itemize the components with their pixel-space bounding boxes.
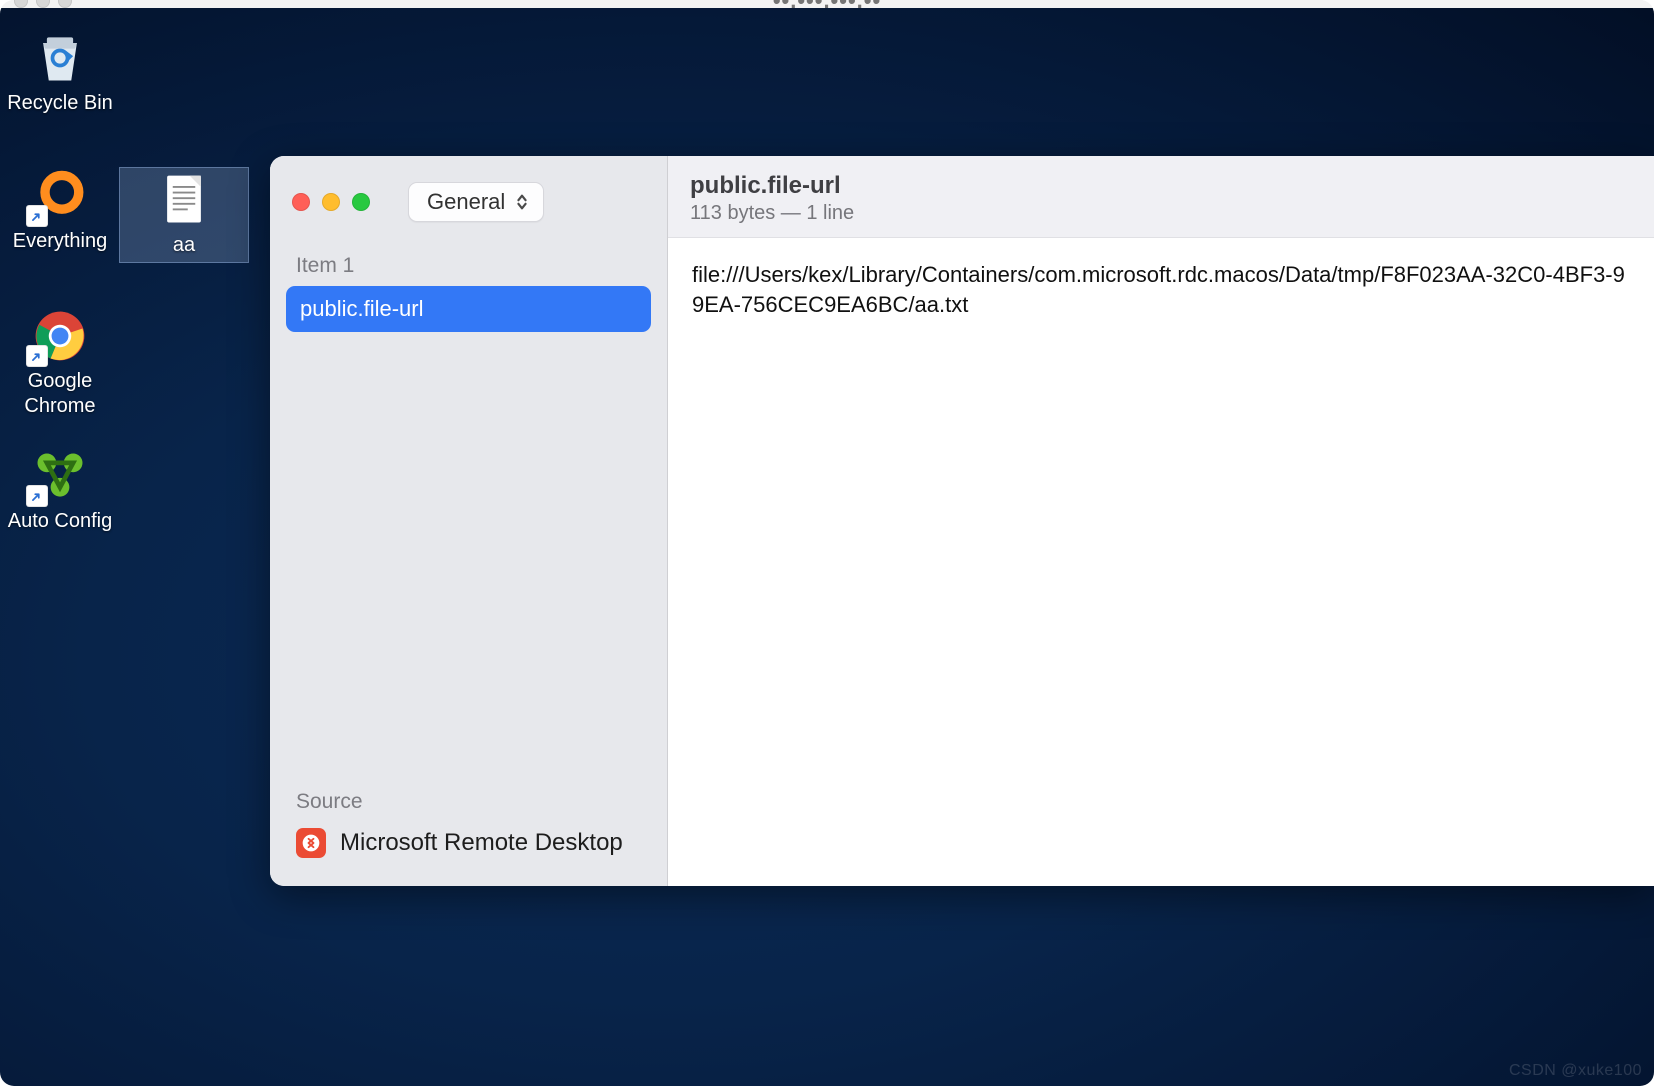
detail-title: public.file-url — [690, 172, 1632, 200]
source-app-name: Microsoft Remote Desktop — [340, 829, 623, 857]
item-section-header: Item 1 — [270, 240, 667, 286]
outer-titlebar[interactable]: ••.•••.•••.•• — [0, 0, 1654, 8]
outer-zoom-dot[interactable] — [58, 0, 72, 8]
watermark: CSDN @xuke100 — [1509, 1062, 1642, 1080]
source-section-header: Source — [296, 790, 641, 814]
shortcut-badge-icon — [27, 346, 47, 366]
close-button[interactable] — [292, 193, 310, 211]
detail-content[interactable]: file:///Users/kex/Library/Containers/com… — [668, 238, 1654, 886]
clipboard-sidebar: General Item 1 public.file-url Source — [270, 156, 668, 886]
recycle-bin-icon — [30, 30, 90, 85]
desktop-icon-label: Recycle Bin — [7, 91, 113, 116]
source-section: Source Microsoft Remote Desktop — [270, 782, 667, 886]
view-mode-dropdown[interactable]: General — [408, 182, 544, 222]
desktop-icon-recycle-bin[interactable]: Recycle Bin — [0, 30, 120, 116]
desktop-icon-label: Auto Config — [8, 509, 113, 534]
zoom-button[interactable] — [352, 193, 370, 211]
shortcut-badge-icon — [27, 206, 47, 226]
outer-traffic-lights — [14, 0, 72, 8]
minimize-button[interactable] — [322, 193, 340, 211]
outer-minimize-dot[interactable] — [36, 0, 50, 8]
item-row-label: public.file-url — [300, 296, 424, 322]
desktop-icon-label: Google Chrome — [24, 369, 95, 419]
desktop-icon-everything[interactable]: Everything — [0, 168, 120, 254]
detail-header: public.file-url 113 bytes — 1 line — [668, 156, 1654, 238]
chevron-up-down-icon — [515, 193, 529, 211]
detail-meta: 113 bytes — 1 line — [690, 202, 1632, 225]
auto-config-icon — [30, 448, 90, 503]
source-app-row[interactable]: Microsoft Remote Desktop — [296, 828, 641, 858]
desktop-icon-chrome[interactable]: Google Chrome — [0, 308, 120, 419]
outer-mac-window: ••.•••.•••.•• Recycle Bin — [0, 0, 1654, 1086]
clipboard-detail: public.file-url 113 bytes — 1 line file:… — [668, 156, 1654, 886]
item-list: public.file-url — [270, 286, 667, 332]
clipboard-toolbar: General — [270, 168, 667, 240]
desktop-icon-auto-config[interactable]: Auto Config — [0, 448, 120, 534]
remote-desktop-app-icon — [296, 828, 326, 858]
traffic-lights — [292, 193, 370, 211]
chrome-icon — [30, 308, 90, 363]
desktop-icon-label: Everything — [13, 229, 108, 254]
desktop-icon-label: aa — [173, 233, 195, 258]
outer-close-dot[interactable] — [14, 0, 28, 8]
item-row-public-file-url[interactable]: public.file-url — [286, 286, 651, 332]
clipboard-viewer-window[interactable]: General Item 1 public.file-url Source — [270, 156, 1654, 886]
remote-desktop[interactable]: Recycle Bin Everything — [0, 8, 1654, 1086]
everything-icon — [30, 168, 90, 223]
desktop-icon-aa-file[interactable]: aa — [120, 168, 248, 262]
text-file-icon — [154, 172, 214, 227]
shortcut-badge-icon — [27, 486, 47, 506]
view-mode-dropdown-label: General — [427, 189, 505, 215]
